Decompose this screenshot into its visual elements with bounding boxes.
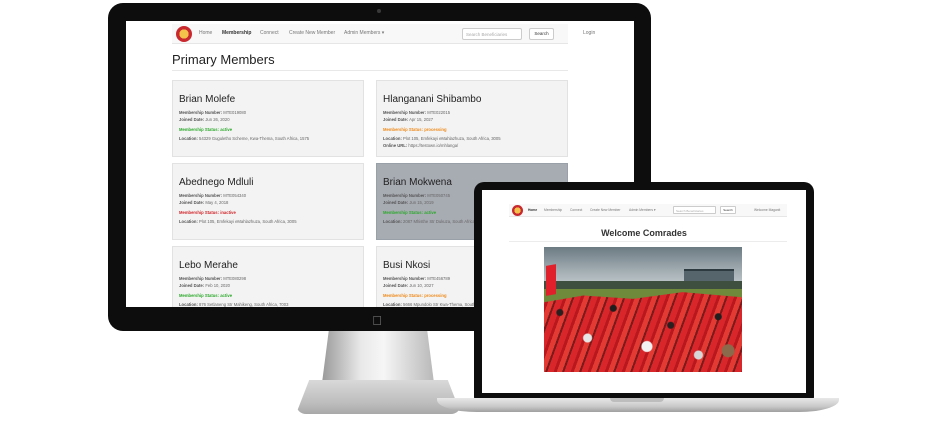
member-name: Abednego Mdluli (179, 177, 254, 188)
member-card[interactable]: Hlanganani Shibambo Membership Number: M… (376, 80, 568, 157)
member-status-line: Membership Status: processing (383, 293, 447, 298)
member-card[interactable]: Abednego Mdluli Membership Number: MTE05… (172, 163, 364, 240)
nav-connect[interactable]: Connect (570, 208, 582, 212)
member-card[interactable]: Lebo Merahe Membership Number: MTE080298… (172, 246, 364, 307)
member-location-line: Location: 876 Setlaneng Str Mahikeng, So… (179, 302, 289, 307)
member-joined-line: Joined Date: May 4, 2018 (179, 200, 229, 205)
imac-stand-foot (296, 380, 461, 414)
member-number-line: Membership Number: MTE022015 (383, 110, 451, 115)
site-logo-icon[interactable] (512, 205, 523, 216)
laptop-screen: Home Membership Connect Create New Membe… (482, 190, 806, 393)
page-title: Welcome Comrades (601, 228, 687, 238)
imac-stand-neck (322, 331, 434, 383)
site-logo-icon[interactable] (176, 26, 192, 42)
search-input[interactable]: Search Beneficiaries (673, 206, 716, 214)
search-button[interactable]: Search (529, 28, 554, 40)
member-name: Brian Mokwena (383, 177, 452, 188)
member-name: Brian Molefe (179, 94, 236, 105)
member-card[interactable]: Brian Molefe Membership Number: MTE01908… (172, 80, 364, 157)
member-name: Busi Nkosi (383, 260, 431, 271)
member-joined-line: Joined Date: Jun 26, 2020 (179, 117, 230, 122)
webcam-dot (377, 9, 381, 13)
photo-crowd-in-red (544, 292, 742, 372)
member-name: Lebo Merahe (179, 260, 238, 271)
login-link[interactable]: Login (583, 30, 595, 36)
top-navbar: Home Membership Connect Create New Membe… (509, 204, 787, 217)
member-status-line: Membership Status: active (383, 210, 437, 215)
member-joined-line: Joined Date: Feb 10, 2020 (179, 283, 230, 288)
nav-home[interactable]: Home (528, 208, 537, 212)
member-status-line: Membership Status: inactive (179, 210, 236, 215)
nav-connect[interactable]: Connect (260, 30, 279, 36)
nav-membership[interactable]: Membership (222, 30, 251, 36)
nav-home[interactable]: Home (199, 30, 212, 36)
title-divider (172, 70, 568, 71)
welcome-user-text: Welcome Maganit (754, 208, 781, 212)
member-number-line: Membership Number: MTE019080 (179, 110, 247, 115)
member-url-line: Online URL: https://testown.io/mhlanga/ (383, 143, 459, 148)
member-number-line: Membership Number: MTE080298 (179, 276, 247, 281)
member-joined-line: Joined Date: Apr 15, 2027 (383, 117, 434, 122)
search-input[interactable]: Search Beneficiaries (462, 28, 522, 40)
member-number-line: Membership Number: MTE050745 (383, 193, 451, 198)
member-status-line: Membership Status: active (179, 293, 233, 298)
photo-red-flag (546, 264, 556, 296)
member-status-line: Membership Status: active (179, 127, 233, 132)
member-location-line: Location: 54329 Guguletho Scheme, Kwa-Th… (179, 136, 310, 141)
nav-admin-members-dropdown[interactable]: Admin Members ▾ (344, 30, 384, 36)
crowd-rally-photo (544, 247, 742, 372)
member-number-line: Membership Number: MTE456789 (383, 276, 451, 281)
laptop-device: Home Membership Connect Create New Membe… (474, 182, 814, 399)
nav-create-new-member[interactable]: Create New Member (590, 208, 620, 212)
nav-membership[interactable]: Membership (544, 208, 562, 212)
page-title: Primary Members (172, 52, 275, 67)
member-name: Hlanganani Shibambo (383, 94, 482, 105)
member-location-line: Location: 2087 Mhisthe Str Dukuza, South… (383, 219, 487, 224)
title-divider (509, 241, 787, 242)
laptop-opening-notch (610, 398, 664, 402)
member-joined-line: Joined Date: Jun 15, 2019 (383, 200, 434, 205)
member-status-line: Membership Status: processing (383, 127, 447, 132)
member-joined-line: Joined Date: Jun 10, 2027 (383, 283, 434, 288)
nav-admin-members-dropdown[interactable]: Admin Members ▾ (629, 208, 656, 212)
member-location-line: Location: Plot 105, Emfekayi eMahlazhuza… (179, 219, 297, 224)
nav-create-new-member[interactable]: Create New Member (289, 30, 335, 36)
top-navbar: Home Membership Connect Create New Membe… (172, 24, 595, 44)
search-button[interactable]: Search (720, 206, 736, 214)
member-number-line: Membership Number: MTE054340 (179, 193, 247, 198)
apple-logo-icon:  (370, 314, 384, 328)
member-location-line: Location: Plot 105, Emfekayi eMahlazhuza… (383, 136, 501, 141)
